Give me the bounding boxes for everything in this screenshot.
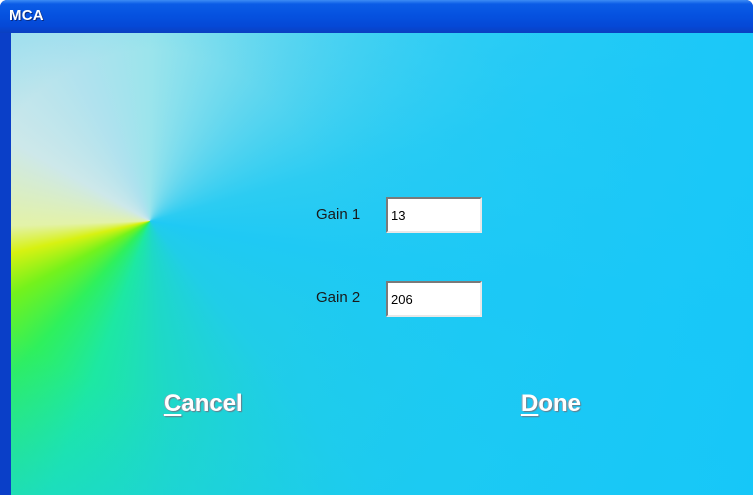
done-button-label: one bbox=[538, 390, 582, 417]
done-button-mnemonic: D bbox=[521, 390, 539, 417]
done-button[interactable]: Done bbox=[521, 390, 581, 418]
cancel-button-label: ancel bbox=[181, 390, 243, 417]
gain2-label: Gain 2 bbox=[316, 289, 361, 306]
cancel-button[interactable]: Cancel bbox=[164, 390, 243, 418]
title-bar[interactable]: MCA bbox=[0, 0, 753, 33]
gain2-input[interactable] bbox=[386, 281, 482, 317]
gain1-label: Gain 1 bbox=[316, 206, 361, 223]
cancel-button-mnemonic: C bbox=[164, 390, 182, 417]
window-title: MCA bbox=[9, 7, 44, 24]
dialog-client-area: Gain 1 Gain 2 Cancel Done bbox=[11, 33, 753, 495]
mca-window: MCA Gain 1 Gain 2 Cancel Done bbox=[0, 0, 753, 495]
gain1-input[interactable] bbox=[386, 197, 482, 233]
